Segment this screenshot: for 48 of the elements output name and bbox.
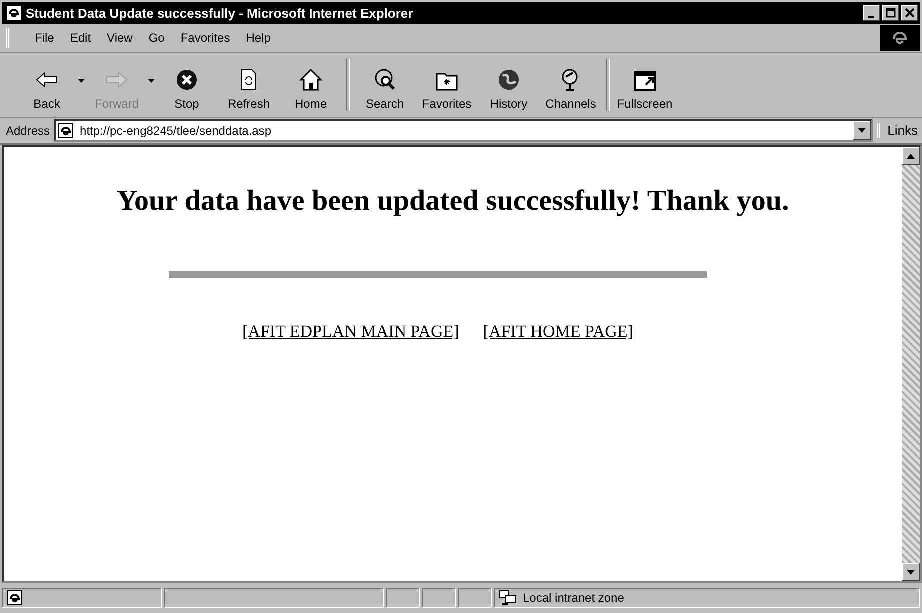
address-label: Address xyxy=(6,124,50,138)
page-heading: Your data have been updated successfully! Thank you. xyxy=(116,185,790,218)
address-field[interactable]: http://pc-eng8245/tlee/senddata.asp xyxy=(54,119,873,142)
vertical-scrollbar[interactable] xyxy=(902,147,920,581)
status-panel xyxy=(386,588,420,608)
globe-icon xyxy=(497,67,521,93)
scroll-up-button[interactable] xyxy=(902,147,920,165)
menu-item[interactable]: File xyxy=(29,31,60,45)
status-panel xyxy=(422,588,456,608)
toolbar-button[interactable]: Back xyxy=(16,57,78,113)
network-computers-icon xyxy=(499,590,517,606)
page-icon xyxy=(58,122,74,138)
page-icon xyxy=(7,590,23,606)
minimize-icon xyxy=(868,16,874,18)
toolbar-button[interactable]: Search xyxy=(354,57,416,113)
down-arrow-icon xyxy=(907,570,915,574)
toolbar-button[interactable]: History xyxy=(478,57,540,113)
browser-icon xyxy=(6,5,22,21)
home-icon xyxy=(299,67,323,93)
maximize-icon xyxy=(886,8,896,18)
menu-item[interactable]: Edit xyxy=(64,31,98,45)
stop-icon xyxy=(175,67,199,93)
scroll-down-button[interactable] xyxy=(902,563,920,581)
search-icon xyxy=(373,67,397,93)
menu-item[interactable]: Help xyxy=(240,31,277,45)
security-zone-label: Local intranet zone xyxy=(523,591,624,605)
minimize-button[interactable] xyxy=(863,5,880,21)
status-panel xyxy=(458,588,492,608)
page-link[interactable]: [AFIT HOME PAGE] xyxy=(483,322,634,342)
dropdown-arrow-icon[interactable] xyxy=(78,79,86,83)
window-title: Student Data Update successfully - Microsoft Internet Explorer xyxy=(26,6,414,20)
maximize-button[interactable] xyxy=(882,5,899,21)
menu-item[interactable]: Go xyxy=(142,31,171,45)
menu-item[interactable]: Favorites xyxy=(174,31,236,45)
toolbar-button[interactable]: Fullscreen xyxy=(614,57,676,113)
page-link[interactable]: [AFIT EDPLAN MAIN PAGE] xyxy=(242,322,460,342)
links-button[interactable]: Links xyxy=(876,123,922,138)
toolbar-button[interactable]: Channels xyxy=(540,57,602,113)
close-button[interactable] xyxy=(901,5,918,21)
toolbar-button[interactable]: Favorites xyxy=(416,57,478,113)
menu-item[interactable]: View xyxy=(101,31,139,45)
toolbar-button[interactable]: Stop xyxy=(156,57,218,113)
dropdown-button[interactable] xyxy=(852,121,871,140)
caret-icon xyxy=(858,128,866,133)
toolbar-button[interactable]: Refresh xyxy=(218,57,280,113)
close-icon xyxy=(904,8,914,18)
up-arrow-icon xyxy=(907,154,915,158)
toolbar-button[interactable]: Home xyxy=(280,57,342,113)
